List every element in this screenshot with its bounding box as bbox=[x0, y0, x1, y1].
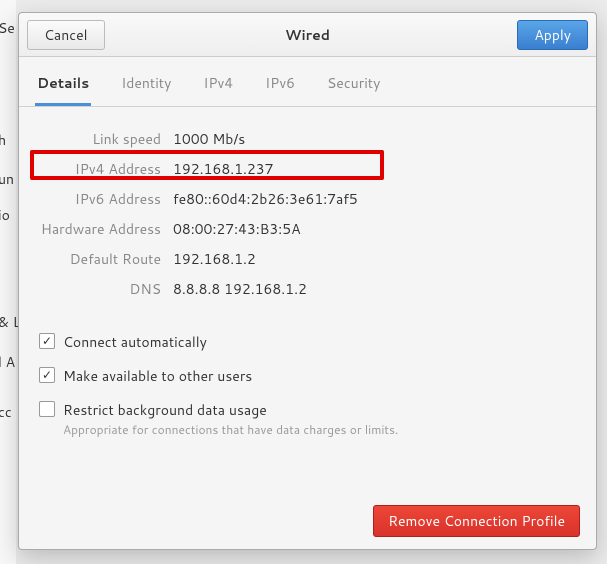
titlebar: Cancel Wired Apply bbox=[19, 13, 596, 57]
value-dns: 8.8.8.8 192.168.1.2 bbox=[173, 279, 307, 299]
tab-ipv4[interactable]: IPv4 bbox=[201, 67, 235, 106]
label-connect-automatically: Connect automatically bbox=[63, 332, 207, 352]
row-ipv4-address: IPv4 Address 192.168.1.237 bbox=[39, 155, 576, 183]
value-hardware-address: 08:00:27:43:B3:5A bbox=[173, 219, 301, 239]
sublabel-restrict-data: Appropriate for connections that have da… bbox=[63, 421, 398, 438]
option-make-available[interactable]: Make available to other users bbox=[39, 359, 576, 393]
row-dns: DNS 8.8.8.8 192.168.1.2 bbox=[39, 275, 576, 303]
row-link-speed: Link speed 1000 Mb/s bbox=[39, 125, 576, 153]
tab-security[interactable]: Security bbox=[325, 67, 382, 106]
label-hardware-address: Hardware Address bbox=[39, 219, 173, 239]
tab-bar: Details Identity IPv4 IPv6 Security bbox=[19, 57, 596, 107]
tab-ipv6[interactable]: IPv6 bbox=[263, 67, 297, 106]
apply-button[interactable]: Apply bbox=[517, 20, 588, 50]
value-ipv6-address: fe80::60d4:2b26:3e61:7af5 bbox=[173, 189, 358, 209]
label-dns: DNS bbox=[39, 279, 173, 299]
row-default-route: Default Route 192.168.1.2 bbox=[39, 245, 576, 273]
row-ipv6-address: IPv6 Address fe80::60d4:2b26:3e61:7af5 bbox=[39, 185, 576, 213]
details-panel: Link speed 1000 Mb/s IPv4 Address 192.16… bbox=[19, 107, 596, 493]
label-restrict-data: Restrict background data usage bbox=[63, 400, 398, 420]
dialog-title: Wired bbox=[19, 25, 596, 45]
label-ipv6-address: IPv6 Address bbox=[39, 189, 173, 209]
checkbox-restrict-data[interactable] bbox=[39, 401, 55, 417]
option-connect-automatically[interactable]: Connect automatically bbox=[39, 325, 576, 359]
remove-connection-profile-button[interactable]: Remove Connection Profile bbox=[373, 505, 580, 537]
option-restrict-data[interactable]: Restrict background data usage Appropria… bbox=[39, 393, 576, 445]
options-group: Connect automatically Make available to … bbox=[39, 325, 576, 445]
wired-connection-dialog: Cancel Wired Apply Details Identity IPv4… bbox=[18, 12, 597, 550]
label-link-speed: Link speed bbox=[39, 129, 173, 149]
value-link-speed: 1000 Mb/s bbox=[173, 129, 245, 149]
checkbox-connect-automatically[interactable] bbox=[39, 333, 55, 349]
background-window-strip: Se h un io & L l A cc bbox=[0, 0, 16, 564]
value-ipv4-address: 192.168.1.237 bbox=[173, 159, 274, 179]
checkbox-make-available[interactable] bbox=[39, 367, 55, 383]
dialog-footer: Remove Connection Profile bbox=[19, 493, 596, 549]
value-default-route: 192.168.1.2 bbox=[173, 249, 256, 269]
cancel-button[interactable]: Cancel bbox=[27, 20, 105, 50]
tab-details[interactable]: Details bbox=[35, 67, 91, 106]
row-hardware-address: Hardware Address 08:00:27:43:B3:5A bbox=[39, 215, 576, 243]
label-make-available: Make available to other users bbox=[63, 366, 252, 386]
label-default-route: Default Route bbox=[39, 249, 173, 269]
tab-identity[interactable]: Identity bbox=[119, 67, 173, 106]
label-ipv4-address: IPv4 Address bbox=[39, 159, 173, 179]
